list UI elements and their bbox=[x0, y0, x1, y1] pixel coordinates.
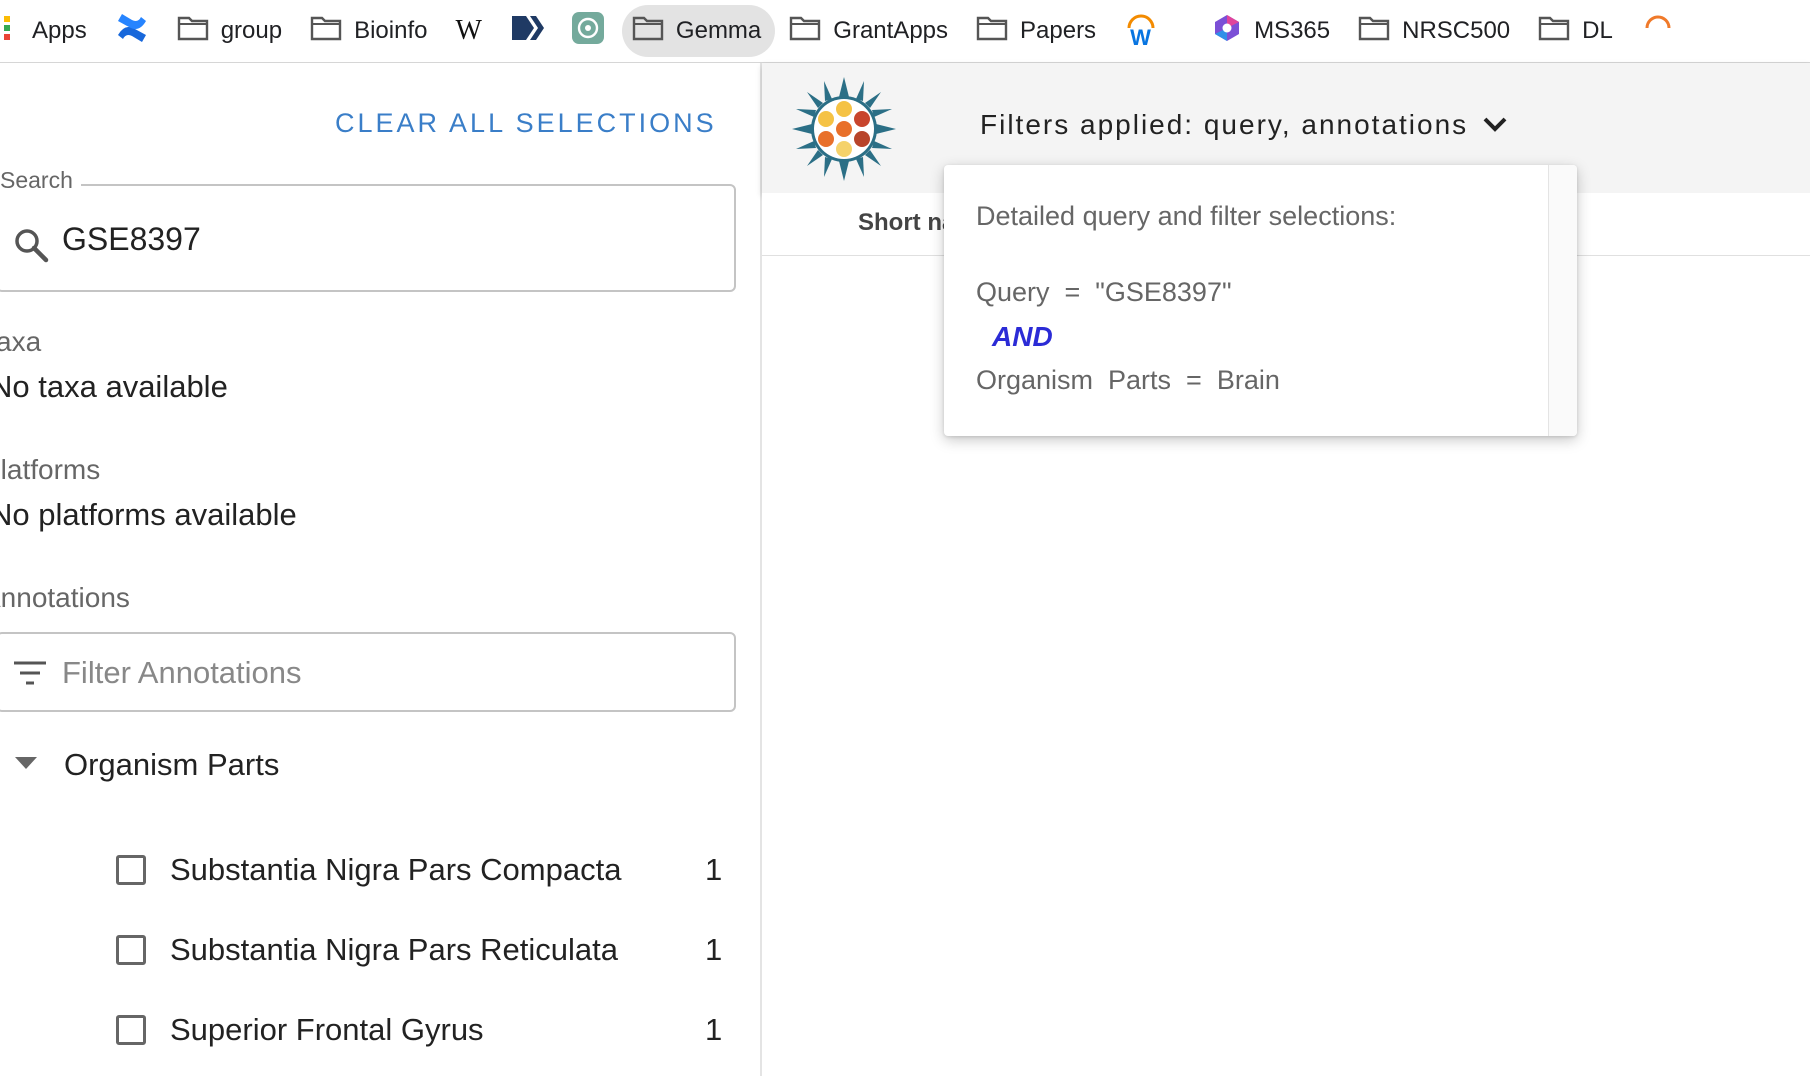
platforms-empty-text: No platforms available bbox=[0, 497, 297, 532]
search-icon bbox=[12, 226, 50, 269]
bookmark-apps[interactable]: Apps bbox=[0, 5, 101, 57]
bookmark-group[interactable]: group bbox=[167, 5, 296, 57]
workday-icon: W bbox=[1124, 14, 1158, 50]
annotation-group-organism-parts[interactable]: Organism Parts bbox=[0, 740, 279, 790]
folder-icon bbox=[632, 15, 664, 48]
annotation-item[interactable]: Superior Frontal Gyrus 1 bbox=[0, 1000, 740, 1060]
chatgpt-icon bbox=[571, 11, 604, 51]
popover-query-line: Query = "GSE8397" bbox=[976, 277, 1232, 307]
annotations-title: Annotations bbox=[0, 582, 130, 613]
filters-applied-text: Filters applied: query, annotations bbox=[980, 109, 1469, 140]
annotation-count: 1 bbox=[705, 852, 723, 887]
platforms-title: Platforms bbox=[0, 454, 101, 485]
annotation-count: 1 bbox=[705, 932, 723, 967]
confluence-icon bbox=[115, 11, 149, 52]
search-input[interactable] bbox=[60, 212, 704, 266]
wikipedia-icon: W bbox=[455, 15, 482, 46]
filter-annotations-field[interactable] bbox=[0, 632, 736, 712]
bookmark-label: GrantApps bbox=[833, 17, 949, 44]
bookmark-nrsc500[interactable]: NRSC500 bbox=[1348, 5, 1524, 57]
bookmark-workday[interactable]: W bbox=[1114, 5, 1172, 57]
ms365-icon bbox=[1212, 13, 1242, 50]
apps-grid-icon bbox=[0, 14, 20, 49]
bookmark-wikipedia[interactable]: W bbox=[445, 5, 495, 57]
bookmark-label: Gemma bbox=[675, 17, 762, 44]
bookmark-label: group bbox=[220, 17, 283, 44]
bookmark-label: Apps bbox=[32, 17, 87, 44]
bookmark-papers[interactable]: Papers bbox=[966, 5, 1110, 57]
workday-letter: W bbox=[1130, 25, 1151, 50]
bookmark-dl[interactable]: DL bbox=[1528, 5, 1627, 57]
bookmark-label: Bioinfo bbox=[354, 17, 428, 44]
folder-icon bbox=[310, 15, 342, 48]
bookmark-grantapps[interactable]: GrantApps bbox=[779, 5, 962, 57]
column-header-short-name[interactable]: Short na bbox=[858, 209, 955, 237]
bookmarks-bar: Apps group Bioinfo W Gemma GrantApps Pap… bbox=[0, 0, 1810, 63]
filter-details-popover: Detailed query and filter selections: Qu… bbox=[944, 165, 1577, 436]
filter-list-icon bbox=[12, 660, 48, 693]
bookmark-label: Papers bbox=[1020, 17, 1097, 44]
arrow-tag-icon bbox=[510, 13, 544, 50]
filters-applied-toggle[interactable]: Filters applied: query, annotations bbox=[980, 109, 1508, 141]
filter-annotations-input[interactable] bbox=[60, 646, 704, 700]
folder-icon bbox=[789, 15, 821, 48]
bookmark-confluence[interactable] bbox=[105, 5, 163, 57]
clear-all-selections-button[interactable]: CLEAR ALL SELECTIONS bbox=[335, 108, 717, 139]
gemma-logo-icon[interactable] bbox=[792, 77, 896, 186]
bookmark-arrow-tag[interactable] bbox=[500, 5, 558, 57]
annotation-label: Substantia Nigra Pars Compacta bbox=[170, 852, 622, 887]
annotation-checkbox[interactable] bbox=[116, 935, 146, 965]
folder-icon bbox=[976, 15, 1008, 48]
bookmark-label: DL bbox=[1582, 17, 1613, 44]
search-field[interactable] bbox=[0, 184, 736, 292]
folder-icon bbox=[1358, 15, 1390, 48]
bookmark-gemma[interactable]: Gemma bbox=[621, 5, 776, 57]
popover-and-operator: AND bbox=[992, 321, 1053, 352]
search-label: Search bbox=[0, 167, 81, 194]
annotation-count: 1 bbox=[705, 1012, 723, 1047]
annotation-label: Superior Frontal Gyrus bbox=[170, 1012, 484, 1047]
loading-arc-icon bbox=[1641, 11, 1675, 52]
bookmark-label: MS365 bbox=[1254, 17, 1331, 44]
bookmark-ms365[interactable]: MS365 bbox=[1202, 5, 1344, 57]
popover-title: Detailed query and filter selections: bbox=[976, 201, 1397, 231]
annotation-checkbox[interactable] bbox=[116, 855, 146, 885]
filter-sidebar: CLEAR ALL SELECTIONS Search Taxa No taxa… bbox=[0, 63, 762, 1076]
taxa-title: Taxa bbox=[0, 326, 42, 357]
taxa-empty-text: No taxa available bbox=[0, 369, 228, 404]
caret-down-icon[interactable] bbox=[14, 756, 38, 775]
bookmark-bioinfo[interactable]: Bioinfo bbox=[300, 5, 441, 57]
annotation-group-label: Organism Parts bbox=[64, 747, 280, 782]
popover-scrollbar[interactable] bbox=[1548, 165, 1577, 436]
chevron-down-icon bbox=[1483, 117, 1507, 132]
bookmark-extra[interactable] bbox=[1631, 5, 1689, 57]
annotation-item[interactable]: Substantia Nigra Pars Compacta 1 bbox=[0, 840, 740, 900]
annotation-label: Substantia Nigra Pars Reticulata bbox=[170, 932, 619, 967]
annotation-item[interactable]: Substantia Nigra Pars Reticulata 1 bbox=[0, 920, 740, 980]
bookmark-label: NRSC500 bbox=[1402, 17, 1511, 44]
bookmark-chatgpt[interactable] bbox=[562, 5, 618, 57]
popover-filter-line: Organism Parts = Brain bbox=[976, 365, 1280, 395]
folder-icon bbox=[1538, 15, 1570, 48]
annotation-checkbox[interactable] bbox=[116, 1015, 146, 1045]
folder-icon bbox=[177, 15, 209, 48]
